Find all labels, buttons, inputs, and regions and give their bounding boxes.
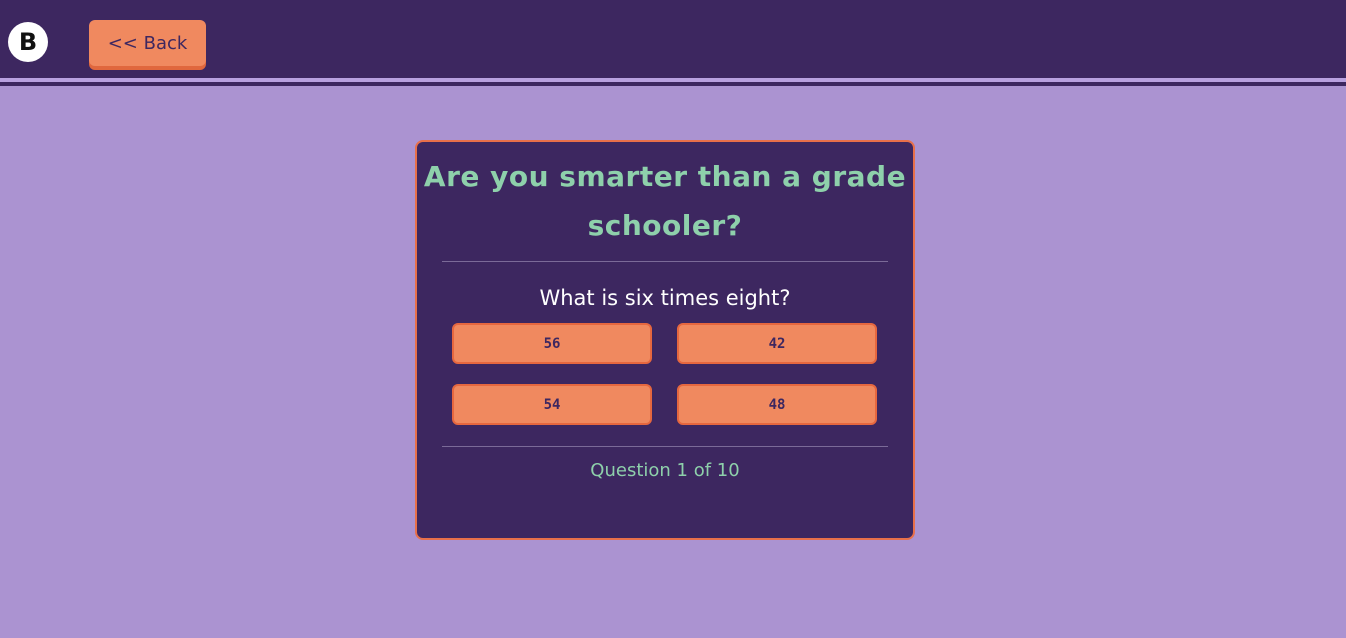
answer-button-1[interactable]: 56	[452, 323, 652, 364]
quiz-card: Are you smarter than a grade schooler? W…	[415, 140, 915, 540]
question-text: What is six times eight?	[539, 286, 791, 310]
answer-button-2[interactable]: 42	[677, 323, 877, 364]
logo-icon[interactable]: B	[8, 22, 48, 62]
quiz-title: Are you smarter than a grade schooler?	[423, 160, 907, 242]
logo-letter: B	[18, 28, 38, 56]
title-divider	[442, 261, 888, 262]
header-divider-dark	[0, 82, 1346, 86]
answer-button-4[interactable]: 48	[677, 384, 877, 425]
progress-divider	[442, 446, 888, 447]
top-header-bar: B << Back	[0, 0, 1346, 78]
answer-button-3[interactable]: 54	[452, 384, 652, 425]
back-button[interactable]: << Back	[89, 20, 206, 66]
question-progress: Question 1 of 10	[590, 460, 740, 481]
